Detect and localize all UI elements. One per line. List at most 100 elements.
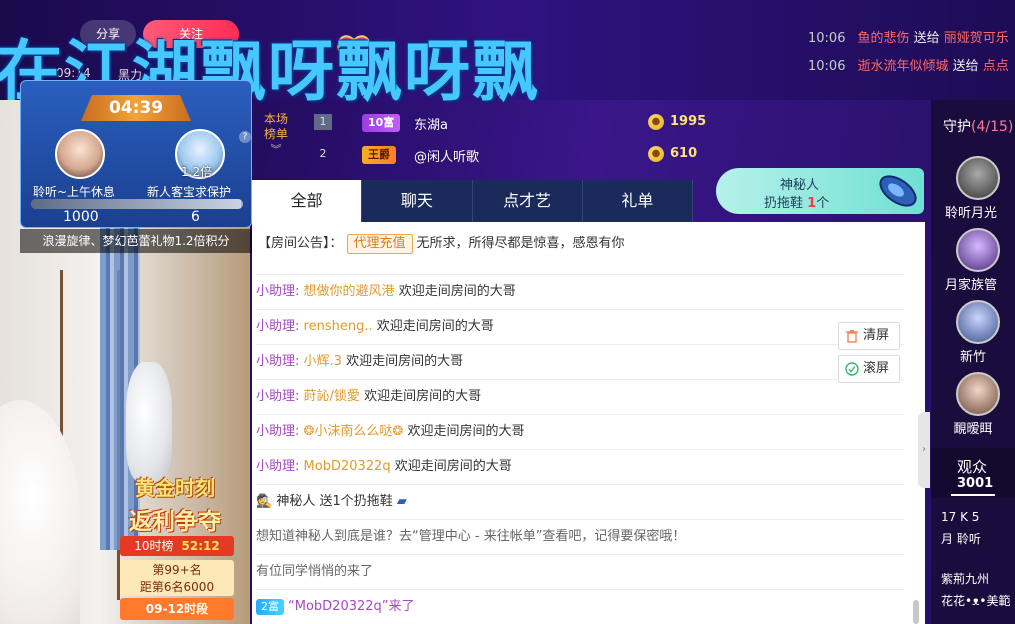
- helper-label: 小助理:: [256, 424, 300, 439]
- golden-rank: 10时榜 52:12: [120, 536, 234, 556]
- avatar[interactable]: [956, 372, 1000, 416]
- gift-action: 送给: [952, 59, 979, 74]
- chat-message: 小助理: rensheng.. 欢迎走间房间的大哥: [256, 310, 904, 345]
- gift-time: 10:06: [808, 59, 846, 74]
- gift-time: 10:06: [808, 31, 846, 46]
- rank-label-line2: 榜单: [264, 127, 289, 141]
- guard-count: (4/15): [971, 119, 1014, 135]
- helper-label: 小助理:: [256, 284, 300, 299]
- mystery-label: 神秘人: [780, 178, 820, 193]
- level-badge: 2富: [256, 598, 284, 615]
- helper-label: 小助理:: [256, 319, 300, 334]
- viewer-item[interactable]: 月 聆听: [941, 530, 981, 547]
- viewer-item[interactable]: 17 K 5: [941, 510, 979, 524]
- chat-join-text: 有位同学悄悄的来了: [256, 564, 374, 579]
- chat-scrollbar[interactable]: [913, 600, 919, 624]
- gift-user[interactable]: 逝水流年似倾城: [857, 59, 948, 74]
- audience-count: 3001: [957, 476, 994, 491]
- chat-panel[interactable]: 【房间公告】： 代理充值 无所求，所得尽都是惊喜，感恩有你 小助理: 想做你的避风港…: [252, 222, 925, 624]
- tab-gift-list[interactable]: 礼单: [583, 180, 693, 222]
- guard-title: 守护(4/15): [943, 116, 1013, 136]
- golden-subtitle: 返利争夺: [129, 509, 221, 535]
- audience-underline: [951, 494, 995, 496]
- mystery-action: 扔拖鞋: [764, 196, 804, 211]
- gift-feed-row: 10:06 鱼的悲伤 送给 丽娅贺可乐: [808, 28, 1015, 56]
- chat-text: 欢迎走间房间的大哥: [376, 319, 494, 334]
- notice-text: 无所求，所得尽都是惊喜，感恩有你: [416, 236, 625, 251]
- chat-join-message: 有位同学悄悄的来了: [256, 555, 904, 590]
- chat-user[interactable]: 想做你的避风港: [304, 284, 395, 299]
- notice-tag[interactable]: 代理充值: [346, 234, 413, 254]
- pk-progress-fill: [31, 199, 241, 209]
- golden-line1: 第99+名: [152, 563, 202, 577]
- viewer-item[interactable]: 紫荊九州: [941, 570, 989, 587]
- help-icon[interactable]: ?: [239, 131, 251, 143]
- tab-chat[interactable]: 聊天: [362, 180, 473, 222]
- check-circle-icon: [845, 362, 859, 376]
- chat-tip-message: 想知道神秘人到底是谁？去“管理中心 - 来往帐单”查看吧，记得要保密哦！: [256, 520, 904, 555]
- rank-number: 2: [319, 147, 327, 160]
- helper-label: 小助理:: [256, 459, 300, 474]
- coin-icon: ●: [648, 114, 664, 130]
- slipper-icon: [879, 175, 917, 207]
- golden-info: 第99+名 距第6名6000: [120, 560, 234, 596]
- rank-label[interactable]: 本场 榜单 ︾: [264, 112, 288, 157]
- rank-label-line1: 本场: [264, 112, 289, 126]
- guard-name: 聆听月光: [944, 206, 997, 221]
- gift-target[interactable]: 丽娅贺可乐: [944, 31, 1009, 46]
- guard-title-label: 守护: [943, 119, 971, 135]
- guard-member[interactable]: 月家族管: [931, 228, 1015, 298]
- chat-gift-message: 🕵 神秘人 送1个扔拖鞋 ▰: [256, 485, 904, 520]
- tab-all[interactable]: 全部: [252, 180, 363, 222]
- rank-user-name[interactable]: @闲人听歌: [414, 146, 479, 165]
- guard-name: 月家族管: [944, 278, 997, 293]
- chat-text: 欢迎走间房间的大哥: [398, 284, 516, 299]
- gift-feed: 10:06 鱼的悲伤 送给 丽娅贺可乐 10:06 逝水流年似倾城 送给 点点: [808, 28, 1015, 84]
- avatar[interactable]: [956, 300, 1000, 344]
- golden-moment-widget[interactable]: 黄金时刻 返利争夺 10时榜 52:12 第99+名 距第6名6000 09-12时…: [112, 468, 238, 624]
- chat-user[interactable]: rensheng..: [304, 319, 373, 334]
- chat-join-message: 2富 “MobD20322q”来了: [256, 590, 904, 624]
- chevron-down-icon[interactable]: ︾: [264, 142, 288, 157]
- guard-member[interactable]: 新竹: [931, 300, 1015, 370]
- video-vase: [126, 362, 172, 482]
- chat-user[interactable]: 小辉.3: [304, 354, 342, 369]
- clear-screen-button[interactable]: 清屏: [838, 322, 900, 350]
- pk-left-avatar[interactable]: [55, 129, 105, 179]
- gift-user[interactable]: 鱼的悲伤: [857, 31, 909, 46]
- chat-user[interactable]: ❂小沫南么么哒❂: [304, 424, 404, 439]
- tab-talent[interactable]: 点才艺: [473, 180, 583, 222]
- scroll-screen-button[interactable]: 滚屏: [838, 355, 900, 383]
- mystery-unit: 个: [816, 196, 830, 211]
- rank-row[interactable]: 1 10富 东湖a ● 1995: [314, 112, 914, 134]
- golden-slot: 09-12时段: [120, 598, 234, 620]
- room-notice: 【房间公告】： 代理充值 无所求，所得尽都是惊喜，感恩有你: [258, 232, 625, 254]
- gift-target[interactable]: 点点: [983, 59, 1009, 74]
- chat-message: 小助理: 小辉.3 欢迎走间房间的大哥: [256, 345, 904, 380]
- golden-title: 黄金时刻: [135, 476, 215, 500]
- golden-countdown: 52:12: [181, 539, 220, 553]
- viewer-item[interactable]: 花花•ᴥ•美範: [941, 592, 1010, 609]
- mystery-gift-banner[interactable]: 神秘人 扔拖鞋 1个: [716, 168, 924, 214]
- chat-user[interactable]: MobD20322q: [304, 459, 391, 474]
- coin-icon: ●: [648, 146, 664, 162]
- audience-tab[interactable]: 观众 3001: [931, 448, 1015, 498]
- rank-user-name[interactable]: 东湖a: [414, 114, 448, 133]
- scroll-screen-label: 滚屏: [863, 361, 890, 376]
- pk-panel[interactable]: 04:39 1.2倍 ? 聆听~上午休息 新人客宝求保护 1000 6: [20, 80, 252, 228]
- chat-message: 小助理: MobD20322q 欢迎走间房间的大哥: [256, 450, 904, 485]
- pk-progress-bar: [31, 199, 243, 209]
- avatar[interactable]: [956, 156, 1000, 200]
- chat-text: 欢迎走间房间的大哥: [364, 389, 482, 404]
- avatar[interactable]: [956, 228, 1000, 272]
- spy-icon: 🕵: [256, 494, 273, 509]
- helper-label: 小助理:: [256, 389, 300, 404]
- guard-member[interactable]: 靦暧眲: [931, 372, 1015, 442]
- guard-name: 靦暧眲: [953, 422, 993, 437]
- pk-multiplier: 1.2倍: [181, 165, 213, 179]
- rank-row[interactable]: 2 王爵 @闲人听歌 ● 610: [314, 144, 914, 166]
- guard-member[interactable]: 聆听月光: [931, 156, 1015, 226]
- gift-action: 送给: [913, 31, 940, 46]
- pk-right-name: 新人客宝求保护: [147, 185, 232, 199]
- chat-user[interactable]: 莳訫/锁愛: [304, 389, 360, 404]
